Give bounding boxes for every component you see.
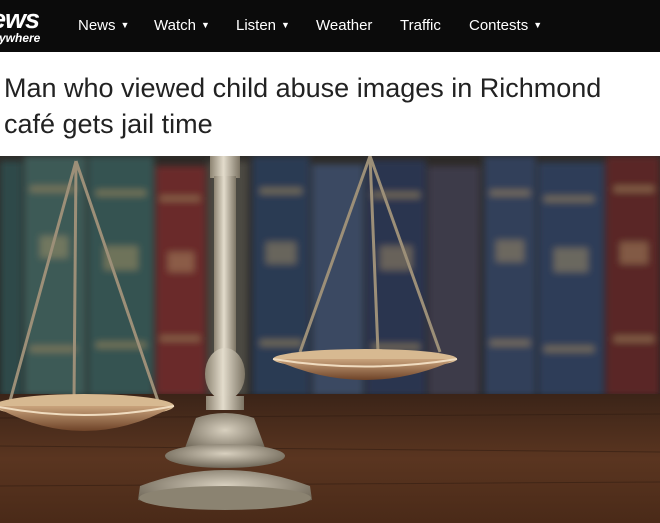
chevron-down-icon: ▼ <box>533 20 543 30</box>
article-headline: Man who viewed child abuse images in Ric… <box>4 73 602 139</box>
nav-item-label: Traffic <box>400 16 441 34</box>
nav-item-news[interactable]: News ▼ <box>78 15 129 35</box>
chevron-down-icon: ▼ <box>281 20 290 30</box>
site-logo[interactable]: ews ywhere <box>0 4 58 46</box>
nav-item-label: News <box>78 16 116 34</box>
top-navigation-bar: ews ywhere News ▼ Watch ▼ Listen ▼ Weath… <box>0 0 660 52</box>
nav-item-contests[interactable]: Contests ▼ <box>469 15 542 35</box>
chevron-down-icon: ▼ <box>120 20 130 30</box>
logo-tagline: ywhere <box>0 31 41 45</box>
nav-item-traffic[interactable]: Traffic <box>400 15 441 35</box>
nav-item-watch[interactable]: Watch ▼ <box>154 15 210 35</box>
scales-of-justice-image <box>0 156 660 523</box>
nav-item-weather[interactable]: Weather <box>316 15 372 35</box>
nav-item-label: Watch <box>154 16 196 34</box>
nav-item-label: Weather <box>316 16 373 34</box>
hero-image <box>0 156 660 523</box>
chevron-down-icon: ▼ <box>200 20 210 30</box>
nav-item-label: Listen <box>236 16 277 34</box>
nav-item-label: Contests <box>469 16 529 34</box>
nav-item-listen[interactable]: Listen ▼ <box>236 15 290 35</box>
